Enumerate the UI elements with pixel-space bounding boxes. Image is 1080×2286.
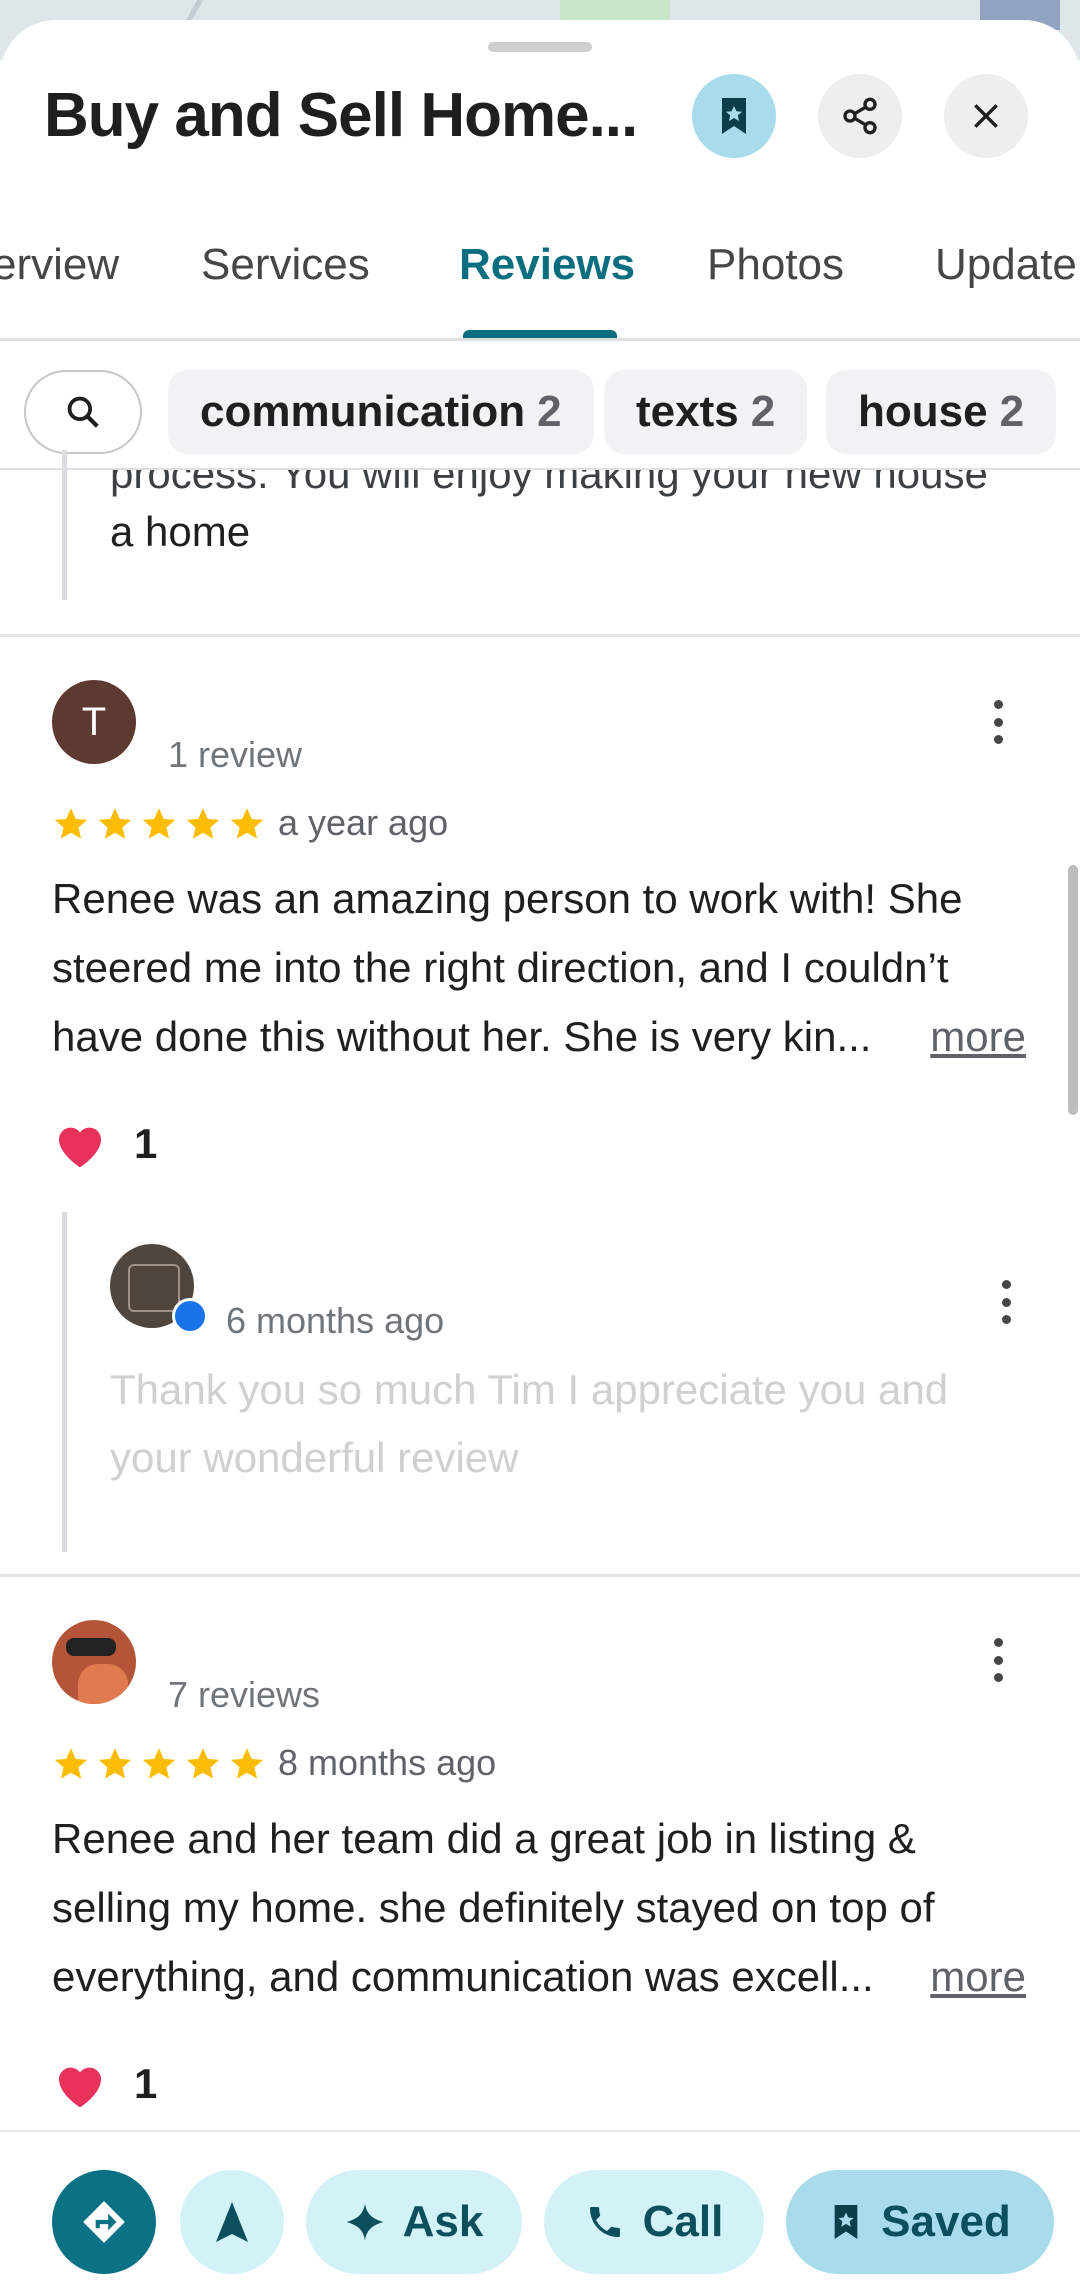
more-link[interactable]: more	[930, 1942, 1026, 2011]
review-divider	[0, 1574, 1080, 1577]
like-count: 1	[134, 1120, 158, 1167]
chip-label: house	[858, 387, 988, 436]
reply-menu-button[interactable]	[990, 1272, 1022, 1332]
like-button[interactable]: 1	[52, 1118, 157, 1170]
star-icon	[54, 1748, 88, 1779]
ask-button[interactable]: Ask	[306, 2170, 522, 2274]
review-time: 8 months ago	[278, 1742, 497, 1783]
bookmark-icon	[722, 98, 746, 134]
star-icon	[186, 808, 220, 839]
filter-chip-communication[interactable]: communication 2	[168, 370, 594, 454]
heart-icon	[59, 1127, 101, 1168]
tab-photos[interactable]: Photos	[707, 240, 844, 290]
close-button[interactable]	[944, 74, 1028, 158]
previous-reply-text: a home	[110, 508, 251, 555]
review-filter-chips: communication 2 texts 2 house 2	[0, 350, 1080, 470]
verified-icon	[172, 1298, 208, 1334]
chip-label: communication	[200, 387, 526, 436]
close-icon	[974, 104, 998, 128]
directions-icon	[83, 2201, 125, 2243]
action-bar: Ask Call Saved	[0, 2130, 1080, 2286]
chip-count: 2	[537, 387, 562, 436]
bookmark-icon	[834, 2205, 858, 2239]
tab-bar: erview Services Reviews Photos Update	[0, 210, 1080, 341]
call-label: Call	[642, 2197, 724, 2246]
call-button[interactable]: Call	[544, 2170, 764, 2274]
share-icon	[843, 97, 877, 135]
star-icon	[98, 808, 132, 839]
star-icon	[98, 1748, 132, 1779]
more-link[interactable]: more	[930, 1002, 1026, 1071]
saved-button[interactable]: Saved	[786, 2170, 1054, 2274]
tab-reviews[interactable]: Reviews	[459, 240, 635, 290]
save-button[interactable]	[692, 74, 776, 158]
ask-label: Ask	[402, 2197, 484, 2246]
owner-reply-time: 6 months ago	[226, 1300, 445, 1341]
chip-count: 2	[750, 387, 776, 436]
star-icon	[230, 1748, 264, 1779]
star-rating	[52, 1745, 266, 1783]
saved-label: Saved	[881, 2197, 1011, 2246]
reply-indent-bar	[62, 450, 67, 600]
search-reviews-button[interactable]	[24, 370, 142, 454]
scrollbar[interactable]	[1068, 865, 1078, 1115]
review-text-line: have done this without her. She is very …	[52, 1013, 872, 1060]
reviewer-avatar[interactable]	[52, 1620, 136, 1704]
like-button[interactable]: 1	[52, 2058, 157, 2110]
sparkle-icon	[346, 2203, 383, 2241]
reply-indent-bar	[62, 1212, 67, 1552]
owner-reply-text: your wonderful review	[110, 1434, 519, 1481]
star-icon	[142, 808, 176, 839]
review-text-line: everything, and communication was excell…	[52, 1953, 874, 2000]
star-icon	[186, 1748, 220, 1779]
review-menu-button[interactable]	[982, 692, 1014, 752]
place-sheet: Buy and Sell Home... erview Services Rev…	[0, 20, 1080, 2284]
reviewer-avatar[interactable]: T	[52, 680, 136, 764]
star-icon	[142, 1748, 176, 1779]
filter-chip-texts[interactable]: texts 2	[604, 370, 808, 454]
heart-icon	[59, 2067, 101, 2108]
chip-count: 2	[999, 387, 1025, 436]
star-rating	[52, 805, 266, 843]
tab-services[interactable]: Services	[201, 240, 370, 290]
like-count: 1	[134, 2060, 158, 2107]
filter-chip-house[interactable]: house 2	[826, 370, 1057, 454]
reviewer-review-count: 1 review	[168, 734, 303, 775]
star-icon	[54, 808, 88, 839]
search-icon	[67, 396, 99, 428]
directions-button[interactable]	[52, 2170, 156, 2274]
tab-overview[interactable]: erview	[0, 240, 119, 290]
owner-reply-text: Thank you so much Tim I appreciate you a…	[110, 1366, 949, 1413]
review-text-line: steered me into the right direction, and…	[52, 944, 949, 991]
phone-icon	[589, 2207, 620, 2237]
start-navigation-button[interactable]	[180, 2170, 284, 2274]
star-icon	[230, 808, 264, 839]
place-title: Buy and Sell Home...	[44, 81, 638, 150]
review-time: a year ago	[278, 802, 449, 843]
reviewer-review-count: 7 reviews	[168, 1674, 321, 1715]
active-tab-indicator	[463, 330, 617, 338]
share-button[interactable]	[818, 74, 902, 158]
review-text-line: Renee was an amazing person to work with…	[52, 875, 963, 922]
avatar-letter: T	[81, 699, 107, 744]
navigation-arrow-icon	[216, 2202, 248, 2242]
tab-updates[interactable]: Update	[935, 240, 1077, 290]
drag-handle[interactable]	[488, 42, 592, 52]
review-text-line: selling my home. she definitely stayed o…	[52, 1884, 935, 1931]
chip-label: texts	[636, 387, 739, 436]
review-text-line: Renee and her team did a great job in li…	[52, 1815, 916, 1862]
review-divider	[0, 634, 1080, 637]
review-menu-button[interactable]	[982, 1630, 1014, 1690]
